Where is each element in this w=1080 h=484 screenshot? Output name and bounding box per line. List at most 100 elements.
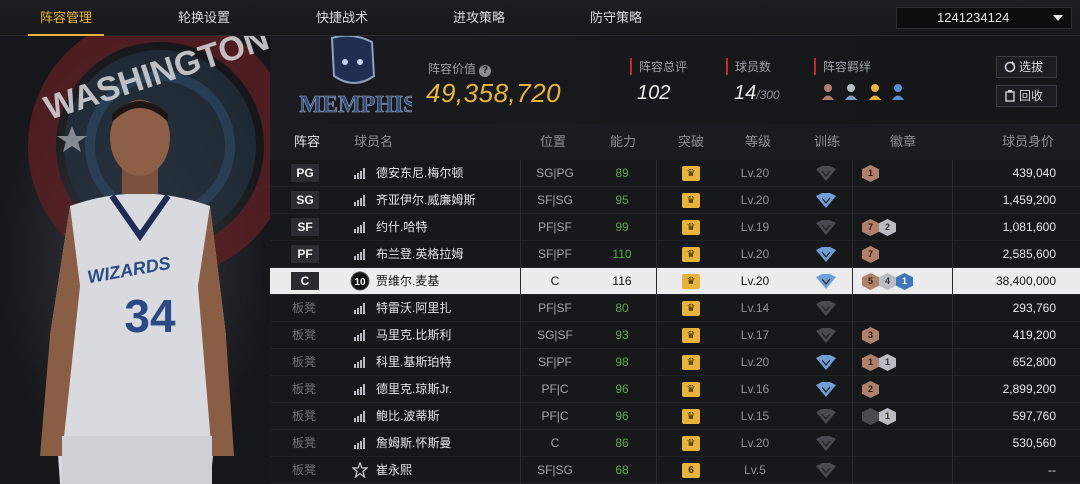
- crown-icon[interactable]: ♛: [682, 355, 700, 370]
- player-name[interactable]: 贾维尔.麦基: [376, 268, 439, 295]
- crown-icon[interactable]: ♛: [682, 328, 700, 343]
- column-header-name[interactable]: 球员名: [354, 124, 393, 160]
- player-position: SG|SF: [537, 328, 573, 342]
- crown-icon[interactable]: ♛: [682, 247, 700, 262]
- column-header-breakthrough[interactable]: 突破: [678, 124, 704, 160]
- column-header-badges[interactable]: 徽章: [890, 124, 916, 160]
- table-row[interactable]: SF 约什.哈特 PF|SF 99 ♛ Lv.19 7 2 1,081,600: [270, 214, 1080, 241]
- select-button[interactable]: 选拔: [996, 56, 1057, 78]
- player-ability: 86: [615, 436, 629, 450]
- column-header-position[interactable]: 位置: [540, 124, 566, 160]
- tab-rotation-settings[interactable]: 轮换设置: [166, 0, 242, 36]
- bond-blue-icon: [892, 84, 904, 100]
- slot-badge[interactable]: SF: [291, 218, 319, 236]
- signal-bars-icon: [354, 195, 366, 206]
- slot-badge[interactable]: PF: [291, 245, 319, 263]
- column-header-ability[interactable]: 能力: [610, 124, 636, 160]
- crown-icon[interactable]: ♛: [682, 274, 700, 289]
- training-icon[interactable]: [816, 409, 836, 424]
- player-name[interactable]: 约什.哈特: [376, 214, 427, 241]
- badge-icon[interactable]: 4: [879, 273, 896, 290]
- column-header-training[interactable]: 训练: [814, 124, 840, 160]
- player-name[interactable]: 鲍比.波蒂斯: [376, 403, 439, 430]
- player-name[interactable]: 特雷沃.阿里扎: [376, 295, 451, 322]
- tab-lineup-management[interactable]: 阵容管理: [28, 0, 104, 36]
- player-name[interactable]: 布兰登.英格拉姆: [376, 241, 463, 268]
- training-icon[interactable]: [816, 166, 836, 181]
- badge-icon[interactable]: 1: [862, 354, 879, 371]
- table-row[interactable]: 板凳 科里.基斯珀特 SF|PF 98 ♛ Lv.20 1 1 652,800: [270, 349, 1080, 376]
- player-ability: 99: [615, 220, 629, 234]
- table-row[interactable]: 板凳 崔永熙 SF|SG 68 6 Lv.5 --: [270, 457, 1080, 484]
- badge-icon[interactable]: 7: [862, 246, 879, 263]
- tab-defense-strategy[interactable]: 防守策略: [578, 0, 654, 36]
- badge-icon[interactable]: 1: [862, 165, 879, 182]
- crown-icon[interactable]: ♛: [682, 382, 700, 397]
- player-count: 14/300: [734, 82, 780, 104]
- badge-icon[interactable]: 1: [879, 354, 896, 371]
- bond-icons[interactable]: [820, 82, 912, 102]
- crown-icon[interactable]: ♛: [682, 220, 700, 235]
- account-select[interactable]: 1241234124: [896, 7, 1072, 29]
- crown-icon[interactable]: ♛: [682, 301, 700, 316]
- table-row[interactable]: 板凳 鲍比.波蒂斯 PF|C 96 ♛ Lv.15 1 597,760: [270, 403, 1080, 430]
- training-icon[interactable]: [816, 436, 836, 451]
- player-level: Lv.20: [740, 274, 770, 288]
- player-name[interactable]: 马里克.比斯利: [376, 322, 451, 349]
- training-icon[interactable]: [816, 463, 836, 478]
- bench-label: 板凳: [292, 301, 317, 315]
- table-row[interactable]: 板凳 詹姆斯.怀斯曼 C 86 ♛ Lv.20 530,560: [270, 430, 1080, 457]
- crown-icon[interactable]: ♛: [682, 166, 700, 181]
- badge-icon[interactable]: 3: [862, 327, 879, 344]
- training-icon[interactable]: [816, 274, 836, 289]
- training-icon[interactable]: [816, 193, 836, 208]
- training-icon[interactable]: [816, 355, 836, 370]
- table-row[interactable]: C 10 贾维尔.麦基 C 116 ♛ Lv.20 5 4 1 38,400,000: [270, 268, 1080, 295]
- slot-badge[interactable]: C: [291, 272, 319, 290]
- slot-badge[interactable]: SG: [291, 191, 319, 209]
- training-icon[interactable]: [816, 382, 836, 397]
- badge-icon[interactable]: 1: [879, 408, 896, 425]
- badge-icon[interactable]: 2: [879, 219, 896, 236]
- tab-quick-tactics[interactable]: 快捷战术: [304, 0, 380, 36]
- column-header-lineup[interactable]: 阵容: [294, 124, 320, 160]
- table-row[interactable]: 板凳 特雷沃.阿里扎 PF|SF 80 ♛ Lv.14 293,760: [270, 295, 1080, 322]
- player-ability: 98: [615, 355, 629, 369]
- player-illustration: WASHINGTON WIZARDS 34: [0, 36, 270, 484]
- player-name[interactable]: 崔永熙: [376, 457, 412, 484]
- player-name[interactable]: 科里.基斯珀特: [376, 349, 451, 376]
- slot-badge[interactable]: PG: [291, 164, 319, 182]
- player-level: Lv.15: [740, 409, 770, 423]
- training-icon[interactable]: [816, 301, 836, 316]
- table-row[interactable]: 板凳 德里克.琼斯Jr. PF|C 96 ♛ Lv.16 2 2,899,200: [270, 376, 1080, 403]
- info-icon[interactable]: ?: [479, 65, 492, 77]
- table-row[interactable]: 板凳 马里克.比斯利 SG|SF 93 ♛ Lv.17 3 419,200: [270, 322, 1080, 349]
- player-name[interactable]: 齐亚伊尔.威廉姆斯: [376, 187, 475, 214]
- training-icon[interactable]: [816, 328, 836, 343]
- badge-icon[interactable]: 5: [862, 273, 879, 290]
- table-row[interactable]: PG 德安东尼.梅尔顿 SG|PG 89 ♛ Lv.20 1 439,040: [270, 160, 1080, 187]
- badge-icon[interactable]: 1: [896, 273, 913, 290]
- column-header-worth[interactable]: 球员身价: [1002, 124, 1054, 160]
- player-ability: 116: [612, 274, 632, 288]
- player-name[interactable]: 德里克.琼斯Jr.: [376, 376, 452, 403]
- bench-label: 板凳: [292, 328, 317, 342]
- recycle-button[interactable]: 回收: [996, 85, 1057, 107]
- column-header-level[interactable]: 等级: [745, 124, 771, 160]
- crown-icon[interactable]: ♛: [682, 193, 700, 208]
- crown-icon[interactable]: ♛: [682, 436, 700, 451]
- badge-icon[interactable]: 2: [862, 381, 879, 398]
- account-id: 1241234124: [937, 10, 1010, 25]
- badge-icon[interactable]: 7: [862, 219, 879, 236]
- table-row[interactable]: PF 布兰登.英格拉姆 SF|PF 110 ♛ Lv.20 7 2,585,600: [270, 241, 1080, 268]
- player-name[interactable]: 德安东尼.梅尔顿: [376, 160, 463, 187]
- crown-icon[interactable]: ♛: [682, 409, 700, 424]
- breakthrough-icon[interactable]: 6: [682, 463, 700, 478]
- table-row[interactable]: SG 齐亚伊尔.威廉姆斯 SF|SG 95 ♛ Lv.20 1,459,200: [270, 187, 1080, 214]
- training-icon[interactable]: [816, 247, 836, 262]
- training-icon[interactable]: [816, 220, 836, 235]
- rating-value: 102: [637, 82, 671, 104]
- tab-offense-strategy[interactable]: 进攻策略: [441, 0, 517, 36]
- badge-icon[interactable]: [862, 408, 879, 425]
- player-name[interactable]: 詹姆斯.怀斯曼: [376, 430, 451, 457]
